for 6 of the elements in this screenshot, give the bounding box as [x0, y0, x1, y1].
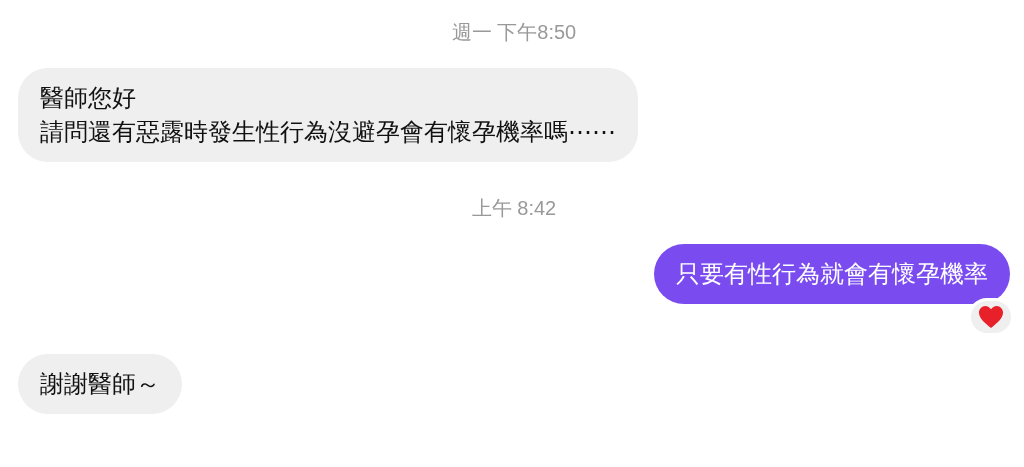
received-message: 謝謝醫師～: [18, 354, 182, 414]
timestamp: 週一 下午8:50: [450, 20, 578, 45]
heart-icon: [978, 305, 1004, 329]
sent-message: 只要有性行為就會有懷孕機率: [654, 244, 1010, 304]
timestamp: 上午 8:42: [470, 196, 558, 221]
received-message: 醫師您好 請問還有惡露時發生性行為沒避孕會有懷孕機率嗎⋯⋯: [18, 68, 638, 162]
